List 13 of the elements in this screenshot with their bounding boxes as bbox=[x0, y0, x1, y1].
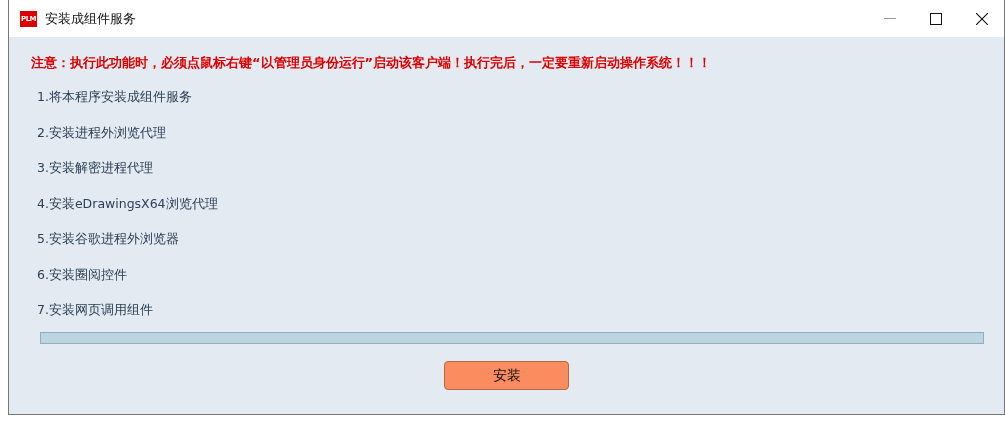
step-text: 4.安装eDrawingsX64浏览代理 bbox=[37, 195, 219, 212]
window-title: 安装成组件服务 bbox=[45, 9, 137, 28]
step-text: 1.将本程序安装成组件服务 bbox=[37, 89, 193, 105]
step-text: 7.安装网页调用组件 bbox=[37, 302, 154, 318]
step-text: 5.安装谷歌进程外浏览器 bbox=[37, 231, 180, 247]
close-icon[interactable] bbox=[976, 12, 988, 25]
step-text: 2.安装进程外浏览代理 bbox=[37, 124, 167, 141]
install-button[interactable]: 安装 bbox=[444, 361, 569, 390]
warning-text: 注意：执行此功能时，必须点鼠标右键“以管理员身份运行”启动该客户端！执行完后，一定要重新启动操作系统！！！ bbox=[31, 55, 713, 71]
step-text: 6.安装圈阅控件 bbox=[37, 266, 128, 283]
maximize-icon[interactable] bbox=[930, 12, 942, 25]
minimize-icon[interactable] bbox=[884, 17, 896, 20]
step-text: 3.安装解密进程代理 bbox=[37, 160, 154, 176]
